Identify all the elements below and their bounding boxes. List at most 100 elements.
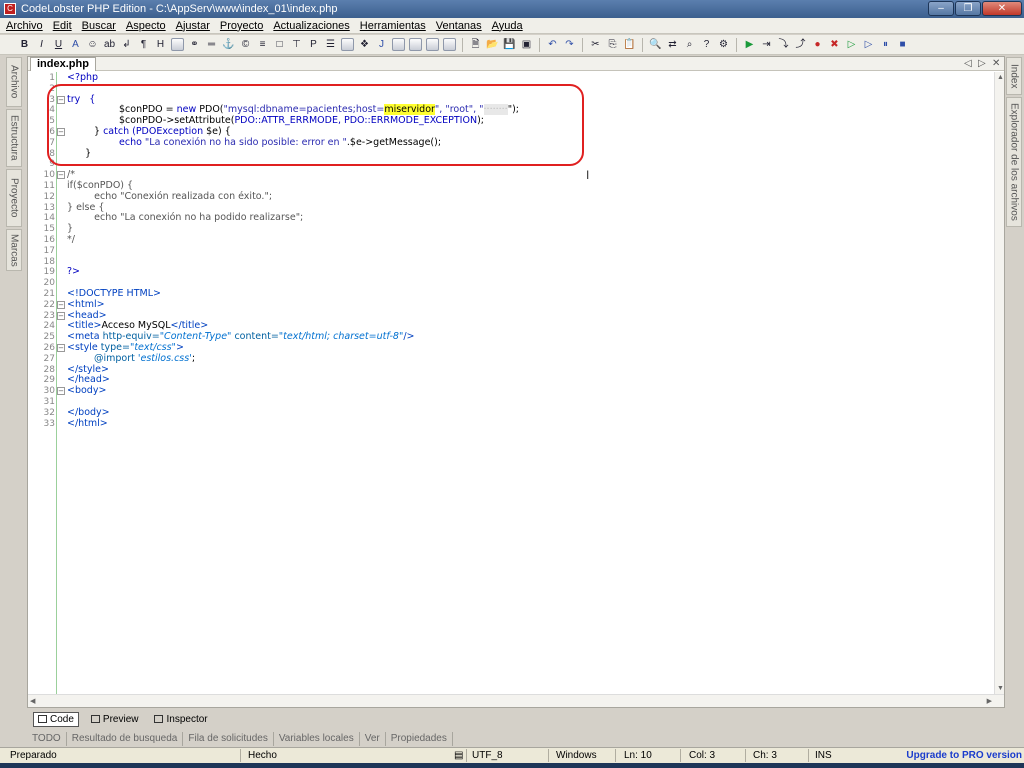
tab-index[interactable]: Index [1006, 57, 1022, 95]
tab-ver[interactable]: Ver [360, 731, 386, 746]
tab-marcas[interactable]: Marcas [6, 229, 22, 271]
tab-estructura[interactable]: Estructura [6, 109, 22, 167]
upgrade-link[interactable]: Upgrade to PRO version [906, 750, 1022, 761]
save-icon[interactable]: 💾 [503, 38, 516, 51]
menu-ayuda[interactable]: Ayuda [492, 20, 523, 32]
step-into-icon[interactable]: ⤵ [777, 38, 790, 51]
pause-icon[interactable]: ⏸ [879, 38, 892, 51]
run-icon[interactable]: ▶ [743, 38, 756, 51]
maximize-button[interactable]: ❐ [955, 1, 981, 16]
emoticon-icon[interactable]: ☺ [86, 38, 99, 51]
line-number: 29 [43, 375, 55, 386]
tab-archivo[interactable]: Archivo [6, 57, 22, 107]
fold-toggle-icon[interactable]: − [57, 387, 65, 396]
save-all-icon[interactable]: ▣ [520, 38, 533, 51]
align-icon[interactable]: ≡ [256, 38, 269, 51]
anchor-icon[interactable]: ⚓ [222, 38, 235, 51]
fold-toggle-icon[interactable]: − [57, 171, 65, 180]
find-in-files-icon[interactable]: ⌕ [683, 38, 696, 51]
step-out-icon[interactable]: ⤴ [794, 38, 807, 51]
scroll-up-icon[interactable]: ▲ [997, 74, 1004, 81]
menu-actualizaciones[interactable]: Actualizaciones [273, 20, 349, 32]
tab-variables-locales[interactable]: Variables locales [274, 731, 360, 746]
image-icon[interactable] [171, 38, 184, 51]
remove-breakpoint-icon[interactable]: ✖ [828, 38, 841, 51]
scroll-right-icon[interactable]: ▶ [987, 697, 992, 705]
status-mode: INS [815, 750, 832, 761]
javascript-icon[interactable]: J [375, 38, 388, 51]
link-icon[interactable]: ⚭ [188, 38, 201, 51]
tab-propiedades[interactable]: Propiedades [386, 731, 453, 746]
help-icon[interactable]: ? [700, 38, 713, 51]
menu-buscar[interactable]: Buscar [82, 20, 116, 32]
list-icon[interactable]: ☰ [324, 38, 337, 51]
stop-debug-icon[interactable]: ■ [896, 38, 909, 51]
fold-toggle-icon[interactable]: − [57, 300, 65, 309]
frame-icon[interactable]: □ [273, 38, 286, 51]
tab-fila-solicitudes[interactable]: Fila de solicitudes [183, 731, 274, 746]
scroll-down-icon[interactable]: ▼ [997, 685, 1004, 692]
line-break-icon[interactable]: ↲ [120, 38, 133, 51]
close-button[interactable]: ✕ [982, 1, 1022, 16]
abbr-icon[interactable]: ab [103, 38, 116, 51]
fold-toggle-icon[interactable]: − [57, 344, 65, 352]
tab-inspector[interactable]: Inspector [150, 713, 211, 726]
vertical-scrollbar[interactable]: ▲ ▼ [994, 72, 1004, 694]
scroll-left-icon[interactable]: ◀ [30, 697, 35, 705]
media-icon[interactable] [426, 38, 439, 51]
view-tabs: Code Preview Inspector [27, 710, 1005, 728]
find-icon[interactable]: 🔍 [649, 38, 662, 51]
font-color-icon[interactable]: A [69, 38, 82, 51]
code-line: @import 'estilos.css'; [94, 352, 196, 364]
menu-archivo[interactable]: Archivo [6, 20, 43, 32]
menu-ajustar[interactable]: Ajustar [176, 20, 210, 32]
form-icon[interactable] [341, 38, 354, 51]
settings-icon[interactable]: ⚙ [717, 38, 730, 51]
horizontal-rule-icon[interactable]: ═ [205, 38, 218, 51]
open-folder-icon[interactable]: 📂 [486, 38, 499, 51]
menu-aspecto[interactable]: Aspecto [126, 20, 166, 32]
paragraph-icon[interactable]: ¶ [137, 38, 150, 51]
tab-proyecto[interactable]: Proyecto [6, 169, 22, 227]
breakpoint-icon[interactable]: ● [811, 38, 824, 51]
menu-herramientas[interactable]: Herramientas [360, 20, 426, 32]
tab-next-icon[interactable]: ▷ [978, 57, 986, 71]
grid-icon[interactable] [443, 38, 456, 51]
underline-icon[interactable]: U [52, 38, 65, 51]
special-char-icon[interactable]: © [239, 38, 252, 51]
debug-step-icon[interactable]: ⇥ [760, 38, 773, 51]
status-bar: Preparado Hecho ▤ UTF_8 Windows Ln: 10 C… [0, 747, 1024, 763]
tab-prev-icon[interactable]: ◁ [964, 57, 972, 71]
paste-icon[interactable]: 📋 [623, 38, 636, 51]
tab-close-icon[interactable]: ✕ [992, 57, 1000, 71]
tab-resultado-busqueda[interactable]: Resultado de busqueda [67, 731, 184, 746]
tab-code[interactable]: Code [33, 711, 79, 727]
undo-icon[interactable]: ↶ [546, 38, 559, 51]
continue-icon[interactable]: ▷ [845, 38, 858, 51]
tab-preview[interactable]: Preview [87, 713, 143, 726]
minimize-button[interactable]: – [928, 1, 954, 16]
redo-icon[interactable]: ↷ [563, 38, 576, 51]
menu-ventanas[interactable]: Ventanas [436, 20, 482, 32]
menu-proyecto[interactable]: Proyecto [220, 20, 263, 32]
line-number: 23 [43, 310, 55, 321]
copy-icon[interactable]: ⎘ [606, 38, 619, 51]
format-icon[interactable]: ⊤ [290, 38, 303, 51]
tab-todo[interactable]: TODO [27, 731, 67, 746]
new-file-icon[interactable]: 🗎 [469, 38, 482, 51]
file-tab-index-php[interactable]: index.php [30, 57, 96, 71]
table-icon[interactable] [392, 38, 405, 51]
heading-icon[interactable]: H [154, 38, 167, 51]
run-to-cursor-icon[interactable]: ▷ [862, 38, 875, 51]
insert-table-icon[interactable] [409, 38, 422, 51]
menu-edit[interactable]: Edit [53, 20, 72, 32]
cut-icon[interactable]: ✂ [589, 38, 602, 51]
replace-icon[interactable]: ⇄ [666, 38, 679, 51]
style-icon[interactable]: ❖ [358, 38, 371, 51]
italic-icon[interactable]: I [35, 38, 48, 51]
tab-explorador[interactable]: Explorador de los archivos [1006, 97, 1022, 227]
bold-icon[interactable]: B [18, 38, 31, 51]
horizontal-scrollbar[interactable]: ◀ ▶ [28, 694, 1004, 707]
pre-icon[interactable]: P [307, 38, 320, 51]
fold-toggle-icon[interactable]: − [57, 311, 65, 320]
